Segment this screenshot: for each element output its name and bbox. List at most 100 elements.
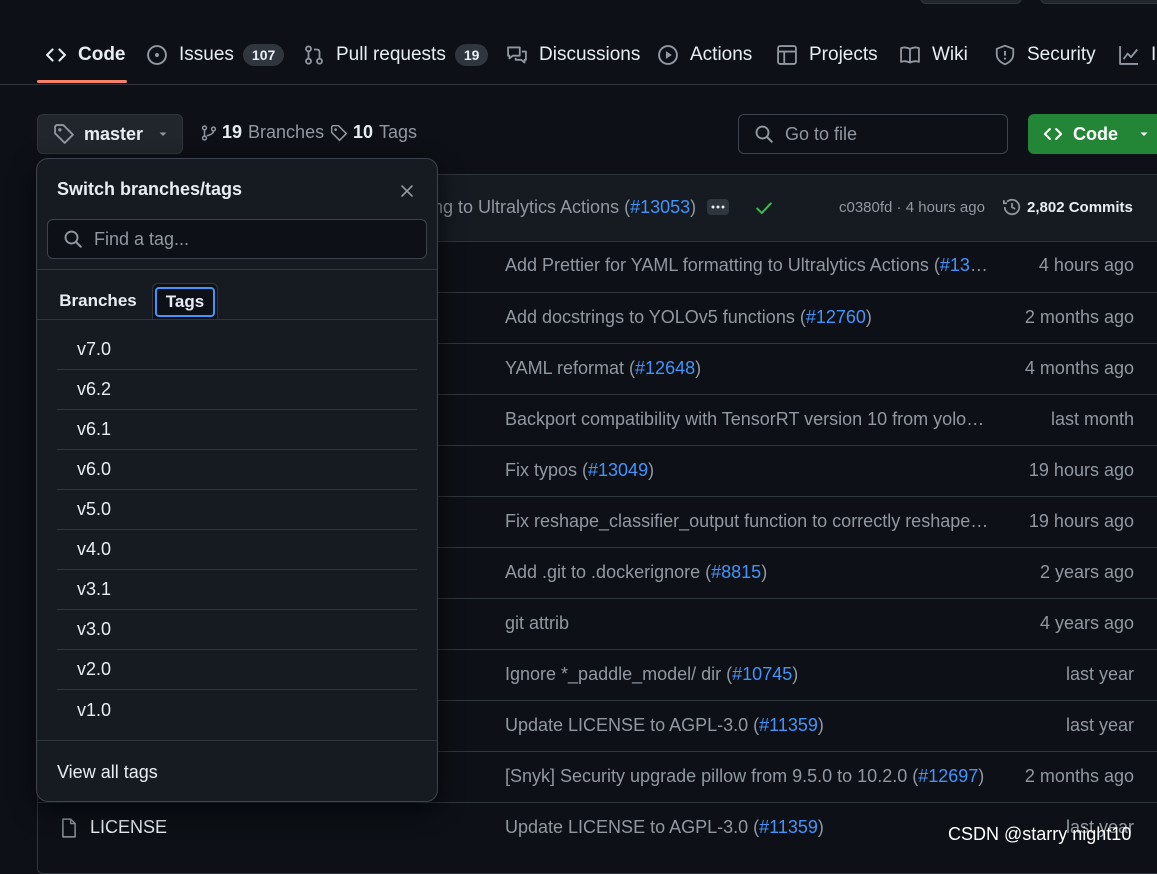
commit-message[interactable]: Add .git to .dockerignore (#8815) <box>505 562 990 583</box>
tab-code[interactable]: Code <box>45 38 126 72</box>
branches-label: Branches <box>248 122 325 142</box>
commit-pr-link[interactable]: #12648 <box>635 358 695 378</box>
dropdown-title: Switch branches/tags <box>57 179 243 199</box>
commit-time: last year <box>1065 664 1134 684</box>
git-pull-request-icon <box>303 44 325 66</box>
tag-list-item[interactable]: v6.0 <box>57 450 417 490</box>
tag-list-item[interactable]: v6.2 <box>57 370 417 410</box>
tab-label: Projects <box>809 44 878 65</box>
file-name[interactable]: LICENSE <box>90 817 167 838</box>
commit-time: 2 years ago <box>1039 562 1134 582</box>
code-icon <box>45 44 67 66</box>
commit-message[interactable]: YAML reformat (#12648) <box>505 358 990 379</box>
commit-message-text: Fix typos ( <box>505 460 589 480</box>
commit-pr-link[interactable]: #11359 <box>759 817 818 837</box>
graph-icon <box>1118 44 1140 66</box>
tags-link[interactable]: 10 Tags <box>330 122 417 143</box>
tab-discussions[interactable]: Discussions <box>506 38 640 72</box>
commit-time: 2 months ago <box>1024 766 1134 786</box>
tab-insights[interactable]: In <box>1118 38 1157 72</box>
tab-security[interactable]: Security <box>994 38 1096 72</box>
divider <box>37 740 437 741</box>
tab-actions[interactable]: Actions <box>657 38 752 72</box>
ellipsis-button[interactable] <box>707 199 729 215</box>
header-button-fragment[interactable] <box>920 0 1022 4</box>
tab-projects[interactable]: Projects <box>776 38 878 72</box>
commit-message[interactable]: Ignore *_paddle_model/ dir (#10745) <box>505 664 990 685</box>
commit-message[interactable]: Fix typos (#13049) <box>505 460 990 481</box>
latest-commit-message[interactable]: ng to Ultralytics Actions (#13053) <box>433 197 696 218</box>
divider <box>37 319 437 320</box>
watermark: CSDN @starry night10 <box>948 824 1132 844</box>
commit-message-text: Add docstrings to YOLOv5 functions ( <box>505 307 806 327</box>
tag-list-item[interactable]: v3.0 <box>57 610 417 650</box>
go-to-file-input[interactable]: Go to file <box>738 114 1008 154</box>
commit-message-text: ) <box>761 562 768 582</box>
tab-label: Branches <box>59 291 137 310</box>
commit-message-text: ) <box>865 307 872 327</box>
tags-count: 10 <box>353 122 374 142</box>
commit-pr-link[interactable]: #8815 <box>711 562 761 582</box>
commit-pr-link[interactable]: #12697 <box>918 766 978 786</box>
tab-branches[interactable]: Branches <box>53 283 143 319</box>
tab-label: Discussions <box>539 44 641 65</box>
commit-message-text: ) <box>792 664 799 684</box>
commit-message[interactable]: Add Prettier for YAML formatting to Ultr… <box>505 255 990 276</box>
tags-label: Tags <box>379 122 418 142</box>
commit-sha[interactable]: c0380fd <box>839 199 892 216</box>
kebab-horizontal-icon <box>711 205 725 209</box>
commit-pr-link[interactable]: #10745 <box>732 664 792 684</box>
file-icon <box>60 818 78 838</box>
commit-pr-link[interactable]: #11359 <box>759 715 818 735</box>
commit-message-text: ) <box>817 817 824 837</box>
check-icon[interactable] <box>754 199 774 217</box>
commit-message[interactable]: git attrib <box>505 613 990 634</box>
commit-message[interactable]: Update LICENSE to AGPL-3.0 (#11359) <box>505 715 990 736</box>
commit-pr-link[interactable]: #13053 <box>630 197 690 217</box>
commit-sha-time[interactable]: c0380fd · 4 hours ago <box>839 199 985 216</box>
commit-message-text: ) <box>817 715 824 735</box>
tab-issues[interactable]: Issues 107 <box>146 38 285 72</box>
tag-list-item[interactable]: v5.0 <box>57 490 417 530</box>
book-icon <box>899 44 921 66</box>
commit-time: 4 months ago <box>1024 358 1134 378</box>
code-icon <box>1043 124 1063 144</box>
branches-count: 19 <box>222 122 243 142</box>
tag-list-item[interactable]: v7.0 <box>57 330 417 370</box>
commit-pr-link[interactable]: #130 <box>940 255 988 275</box>
tag-list-item[interactable]: v6.1 <box>57 410 417 450</box>
tab-wiki[interactable]: Wiki <box>899 38 968 72</box>
commit-message[interactable]: Fix reshape_classifier_output function t… <box>505 511 990 532</box>
commit-message[interactable]: Add docstrings to YOLOv5 functions (#127… <box>505 307 990 328</box>
branch-select-button[interactable]: master <box>37 114 183 154</box>
commit-time: 4 hours ago <box>905 199 985 216</box>
close-icon[interactable] <box>395 179 419 203</box>
tag-list-item[interactable]: v3.1 <box>57 570 417 610</box>
commit-time: last year <box>1065 715 1134 735</box>
commit-message[interactable]: Backport compatibility with TensorRT ver… <box>505 409 990 430</box>
commit-pr-link[interactable]: #12760 <box>806 307 866 327</box>
find-tag-field[interactable] <box>92 227 396 251</box>
commit-pr-link[interactable]: #13049 <box>588 460 648 480</box>
view-all-tags-link[interactable]: View all tags <box>57 762 158 783</box>
tag-icon <box>53 123 75 145</box>
commits-link[interactable]: 2,802 Commits <box>1002 197 1133 217</box>
find-tag-input[interactable] <box>47 219 427 259</box>
tag-list-item[interactable]: v2.0 <box>57 650 417 690</box>
tab-label: Tags <box>154 287 216 317</box>
tab-pull-requests[interactable]: Pull requests 19 <box>303 38 489 72</box>
code-dropdown-button[interactable]: Code <box>1028 114 1157 154</box>
commit-message[interactable]: Update LICENSE to AGPL-3.0 (#11359) <box>505 817 990 838</box>
commit-time: 4 years ago <box>1039 613 1134 633</box>
tab-tags[interactable]: Tags <box>152 283 218 320</box>
tag-list-item[interactable]: v1.0 <box>57 690 417 730</box>
commit-message[interactable]: [Snyk] Security upgrade pillow from 9.5.… <box>505 766 990 787</box>
branches-link[interactable]: 19 Branches <box>200 122 324 143</box>
tag-list-item[interactable]: v4.0 <box>57 530 417 570</box>
search-icon <box>754 124 774 144</box>
tag-icon <box>330 124 348 142</box>
table-icon <box>776 44 798 66</box>
commit-message-text: YAML reformat ( <box>505 358 636 378</box>
header-button-fragment[interactable] <box>1040 0 1157 4</box>
search-icon <box>63 229 83 249</box>
